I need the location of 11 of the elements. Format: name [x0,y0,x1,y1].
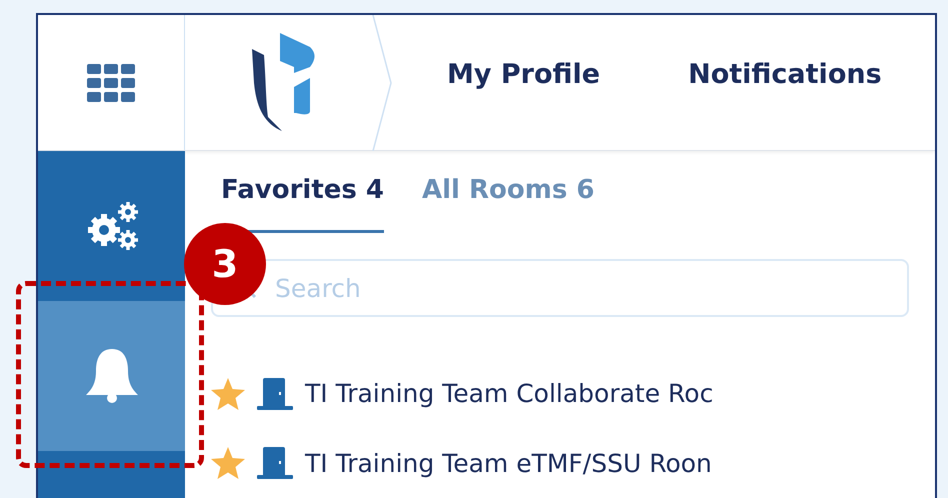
room-name[interactable]: TI Training Team eTMF/SSU Roon [305,444,712,482]
star-icon[interactable] [211,447,245,480]
apps-grid-icon[interactable] [87,64,135,102]
nav-link[interactable]: Notifications [688,55,882,96]
star-icon[interactable] [211,378,245,410]
bell-icon [86,349,138,403]
door-icon [255,447,295,480]
nav-link[interactable]: My Profile [447,55,600,96]
door-icon [255,378,295,410]
sidebar-item[interactable] [38,301,185,451]
room-name[interactable]: TI Training Team Collaborate Roc [305,375,714,412]
